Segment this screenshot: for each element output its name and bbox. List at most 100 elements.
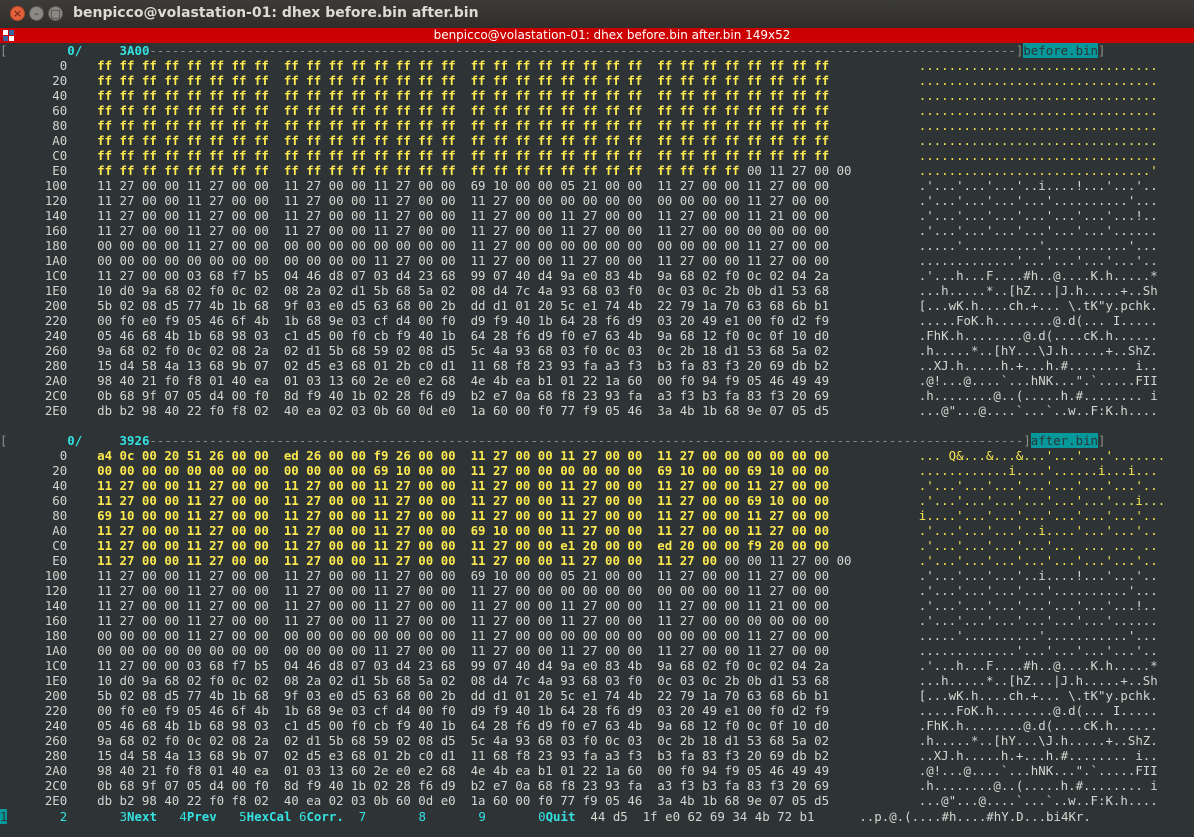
row-hex-bytes[interactable]: 11 27 00 00 11 27 00 00 11 27 00 00 11 2… (97, 223, 829, 238)
row-hex-bytes[interactable]: 11 27 00 00 11 27 00 00 11 27 00 00 11 2… (97, 493, 829, 508)
row-ascii: .....FoK.h........@.d(... I..... (918, 703, 1158, 718)
window-title: benpicco@volastation-01: dhex before.bin… (73, 5, 479, 21)
row-offset: 140 (0, 598, 98, 613)
row-hex-bytes[interactable]: 15 d4 58 4a 13 68 9b 07 02 d5 e3 68 01 2… (97, 358, 829, 373)
row-gap (829, 793, 919, 808)
fkey-2[interactable]: 2 (60, 809, 120, 824)
terminal-area[interactable]: benpicco@volastation-01: dhex before.bin… (0, 28, 1194, 837)
fkey-9[interactable]: 9 (478, 809, 538, 824)
row-ascii: ..XJ.h.....h.+...h.#........ i.. (918, 358, 1158, 373)
fkey-number: 1 (0, 809, 8, 824)
row-hex-bytes[interactable]: ff ff ff ff ff ff ff ff ff ff ff ff ff f… (97, 58, 829, 73)
hex-row: 2E0 db b2 98 40 22 f0 f8 02 40 ea 02 03 … (0, 793, 1194, 808)
row-hex-bytes[interactable]: 11 27 00 00 11 27 00 00 11 27 00 00 11 2… (97, 178, 829, 193)
row-hex-bytes[interactable]: ff ff ff ff ff ff ff ff ff ff ff ff ff f… (97, 133, 829, 148)
fkey-label: Quit (545, 809, 576, 824)
row-hex-bytes[interactable]: 98 40 21 f0 f8 01 40 ea 01 03 13 60 2e e… (97, 763, 829, 778)
row-gap (829, 73, 919, 88)
row-hex-bytes[interactable]: 11 27 00 00 11 27 00 00 11 27 00 00 11 2… (97, 538, 829, 553)
row-hex-bytes[interactable]: 0b 68 9f 07 05 d4 00 f0 8d f9 40 1b 02 2… (97, 778, 829, 793)
hex-row: 140 11 27 00 00 11 27 00 00 11 27 00 00 … (0, 208, 1194, 223)
row-hex-bytes[interactable]: db b2 98 40 22 f0 f8 02 40 ea 02 03 0b 6… (97, 793, 829, 808)
minimize-icon[interactable]: – (29, 6, 44, 21)
fkey-5[interactable]: 5HexCal (239, 809, 299, 824)
row-gap (829, 673, 919, 688)
row-hex-bytes[interactable]: 05 46 68 4b 1b 68 98 03 c1 d5 00 f0 cb f… (97, 328, 829, 343)
fkey-7[interactable]: 7 (359, 809, 419, 824)
row-gap (829, 253, 919, 268)
row-hex-bytes[interactable]: ff ff ff ff ff ff ff ff ff ff ff ff ff f… (97, 118, 829, 133)
window-titlebar[interactable]: × – □ benpicco@volastation-01: dhex befo… (0, 0, 1194, 29)
row-hex-bytes[interactable]: 00 00 00 00 11 27 00 00 00 00 00 00 00 0… (97, 238, 829, 253)
row-hex-bytes[interactable]: 5b 02 08 d5 77 4b 1b 68 9f 03 e0 d5 63 6… (97, 688, 829, 703)
row-hex-bytes[interactable]: 11 27 00 00 11 27 00 00 11 27 00 00 11 2… (97, 613, 829, 628)
row-offset: 1A0 (0, 253, 98, 268)
row-offset: 120 (0, 583, 98, 598)
row-gap (829, 103, 919, 118)
close-icon[interactable]: × (10, 6, 25, 21)
row-hex-bytes[interactable]: 15 d4 58 4a 13 68 9b 07 02 d5 e3 68 01 2… (97, 748, 829, 763)
row-hex-bytes[interactable]: 98 40 21 f0 f8 01 40 ea 01 03 13 60 2e e… (97, 373, 829, 388)
row-hex-bytes[interactable]: 11 27 00 00 11 27 00 00 11 27 00 00 11 2… (97, 193, 829, 208)
row-hex-bytes[interactable]: 11 27 00 00 11 27 00 00 11 27 00 00 11 2… (97, 478, 829, 493)
row-hex-bytes[interactable]: ff ff ff ff ff ff ff ff ff ff ff ff ff f… (97, 103, 829, 118)
fkey-0[interactable]: 0Quit (538, 809, 590, 824)
row-hex-bytes-tail[interactable]: 00 00 11 27 00 00 (725, 553, 852, 568)
row-hex-bytes[interactable]: a4 0c 00 20 51 26 00 00 ed 26 00 00 f9 2… (97, 448, 829, 463)
row-offset: 1E0 (0, 283, 98, 298)
fkey-6[interactable]: 6Corr. (299, 809, 359, 824)
hex-row: 40 11 27 00 00 11 27 00 00 11 27 00 00 1… (0, 478, 1194, 493)
row-hex-bytes-tail[interactable]: 00 11 27 00 00 (747, 163, 852, 178)
row-hex-bytes[interactable]: 0b 68 9f 07 05 d4 00 f0 8d f9 40 1b 02 2… (97, 388, 829, 403)
row-hex-bytes[interactable]: 11 27 00 00 03 68 f7 b5 04 46 d8 07 03 d… (97, 268, 829, 283)
row-hex-bytes[interactable]: ff ff ff ff ff ff ff ff ff ff ff ff ff f… (97, 88, 829, 103)
hex-row: 0 a4 0c 00 20 51 26 00 00 ed 26 00 00 f9… (0, 448, 1194, 463)
row-hex-bytes[interactable]: ff ff ff ff ff ff ff ff ff ff ff ff ff f… (97, 148, 829, 163)
hex-row: 20 ff ff ff ff ff ff ff ff ff ff ff ff f… (0, 73, 1194, 88)
row-hex-bytes[interactable]: 00 f0 e0 f9 05 46 6f 4b 1b 68 9e 03 cf d… (97, 703, 829, 718)
row-gap (852, 163, 919, 178)
row-hex-bytes[interactable]: ff ff ff ff ff ff ff ff ff ff ff ff ff f… (97, 163, 747, 178)
row-gap (829, 148, 919, 163)
row-hex-bytes[interactable]: 11 27 00 00 11 27 00 00 11 27 00 00 11 2… (97, 208, 829, 223)
row-offset: 1E0 (0, 673, 98, 688)
row-ascii: ...............................' (918, 163, 1158, 178)
row-ascii: .FhK.h........@.d(....cK.h...... (918, 328, 1158, 343)
row-ascii: .'...'...'...'...'... ... ... .. (918, 538, 1158, 553)
row-hex-bytes[interactable]: ff ff ff ff ff ff ff ff ff ff ff ff ff f… (97, 73, 829, 88)
row-hex-bytes[interactable]: 11 27 00 00 11 27 00 00 11 27 00 00 11 2… (97, 598, 829, 613)
fkey-8[interactable]: 8 (419, 809, 479, 824)
fkey-3[interactable]: 3Next (120, 809, 180, 824)
row-hex-bytes[interactable]: 00 00 00 00 00 00 00 00 00 00 00 00 69 1… (97, 463, 829, 478)
hex-row: 1A0 00 00 00 00 00 00 00 00 00 00 00 00 … (0, 643, 1194, 658)
blank-row (0, 418, 1194, 433)
row-ascii: .....'..........'...........'... (918, 238, 1158, 253)
row-hex-bytes[interactable]: 11 27 00 00 11 27 00 00 11 27 00 00 11 2… (97, 583, 829, 598)
row-hex-bytes[interactable]: 10 d0 9a 68 02 f0 0c 02 08 2a 02 d1 5b 6… (97, 673, 829, 688)
pane-position: 3926 (82, 433, 150, 448)
row-ascii: i....'...'...'...'...'...'...'.. (918, 508, 1158, 523)
row-hex-bytes[interactable]: 10 d0 9a 68 02 f0 0c 02 08 2a 02 d1 5b 6… (97, 283, 829, 298)
hex-row: 20 00 00 00 00 00 00 00 00 00 00 00 00 6… (0, 463, 1194, 478)
row-hex-bytes[interactable]: 11 27 00 00 11 27 00 00 11 27 00 00 11 2… (97, 523, 829, 538)
fkey-1[interactable]: 1 (0, 809, 60, 824)
row-hex-bytes[interactable]: 11 27 00 00 11 27 00 00 11 27 00 00 11 2… (97, 568, 829, 583)
row-gap (829, 88, 919, 103)
row-hex-bytes[interactable]: 69 10 00 00 11 27 00 00 11 27 00 00 11 2… (97, 508, 829, 523)
row-hex-bytes[interactable]: 00 00 00 00 00 00 00 00 00 00 00 00 11 2… (97, 253, 829, 268)
row-hex-bytes[interactable]: 00 00 00 00 11 27 00 00 00 00 00 00 00 0… (97, 628, 829, 643)
row-gap (829, 763, 919, 778)
row-hex-bytes[interactable]: db b2 98 40 22 f0 f8 02 40 ea 02 03 0b 6… (97, 403, 829, 418)
row-hex-bytes[interactable]: 00 00 00 00 00 00 00 00 00 00 00 00 11 2… (97, 643, 829, 658)
row-hex-bytes[interactable]: 05 46 68 4b 1b 68 98 03 c1 d5 00 f0 cb f… (97, 718, 829, 733)
row-hex-bytes[interactable]: 5b 02 08 d5 77 4b 1b 68 9f 03 e0 d5 63 6… (97, 298, 829, 313)
row-hex-bytes[interactable]: 9a 68 02 f0 0c 02 08 2a 02 d1 5b 68 59 0… (97, 733, 829, 748)
row-hex-bytes[interactable]: 00 f0 e0 f9 05 46 6f 4b 1b 68 9e 03 cf d… (97, 313, 829, 328)
fkey-4[interactable]: 4Prev (179, 809, 239, 824)
maximize-icon[interactable]: □ (48, 6, 63, 21)
row-hex-bytes[interactable]: 11 27 00 00 03 68 f7 b5 04 46 d8 07 03 d… (97, 658, 829, 673)
row-hex-bytes[interactable]: 11 27 00 00 11 27 00 00 11 27 00 00 11 2… (97, 553, 724, 568)
fkey-bar-tail: 44 d5 1f e0 62 69 34 4b 72 b1 ..p.@.(...… (590, 809, 1091, 824)
row-hex-bytes[interactable]: 9a 68 02 f0 0c 02 08 2a 02 d1 5b 68 59 0… (97, 343, 829, 358)
row-ascii: ............i....'......i...i... (918, 463, 1158, 478)
